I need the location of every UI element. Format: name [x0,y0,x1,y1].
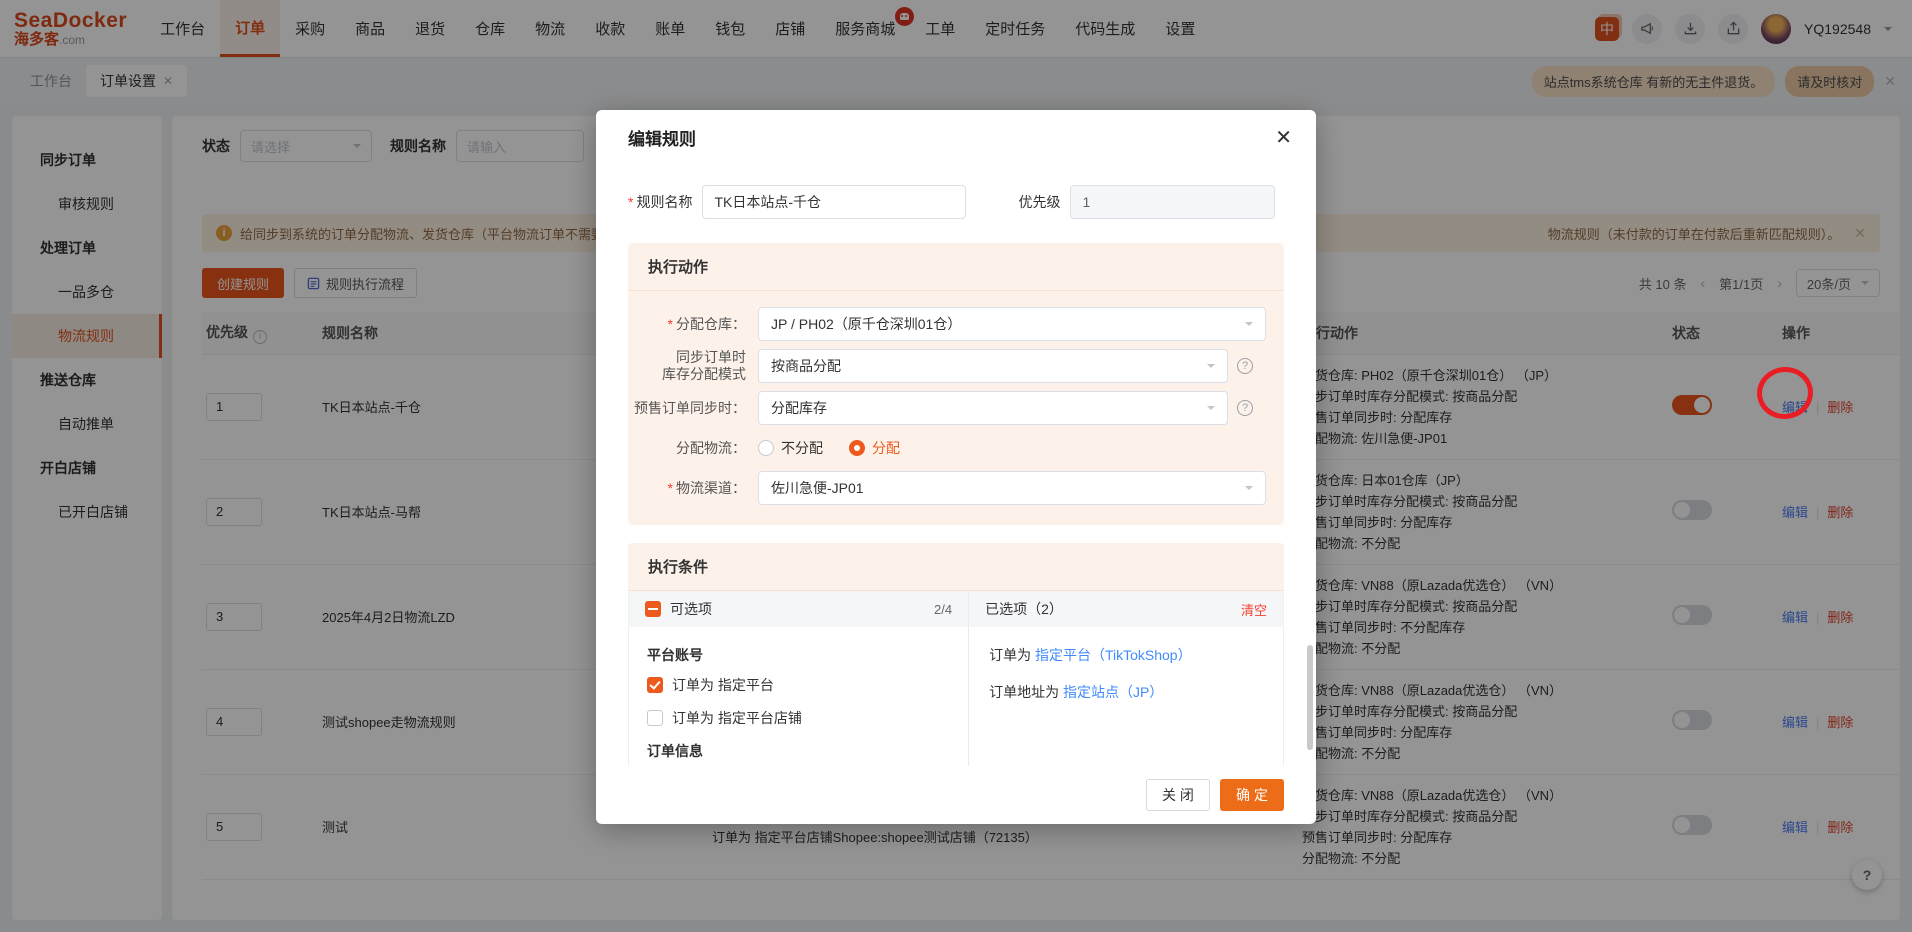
modal-close-button[interactable]: 关 闭 [1146,779,1210,811]
modal-header: 编辑规则 ✕ [596,110,1316,165]
group-order-info: 订单信息 [647,741,952,761]
stock-mode-help-icon[interactable]: ? [1237,358,1253,374]
radio-icon [758,440,774,456]
presale-select[interactable]: 分配库存 [758,391,1228,425]
modal-body: * 规则名称 TK日本站点-千仓 优先级 1 执行动作 *分配仓库： JP / … [596,165,1316,766]
stock-mode-label: 同步订单时 [676,349,746,365]
clear-selected-link[interactable]: 清空 [1241,600,1267,619]
checkbox-checked-icon [647,677,663,693]
selected-title: 已选项（2） [985,599,1063,619]
warehouse-label: 分配仓库： [676,316,746,332]
channel-label: 物流渠道： [676,480,746,496]
condition-panel: 执行条件 可选项 2/4 平台账号 订单为 指定平台 订单为 指定平台店铺 订单… [628,543,1284,766]
available-count: 2/4 [934,602,952,617]
group-platform-account: 平台账号 [647,645,952,665]
chevron-down-icon [1245,322,1253,330]
select-all-indeterminate-checkbox[interactable] [645,601,661,617]
radio-no-assign[interactable]: 不分配 [758,438,823,458]
stock-mode-select[interactable]: 按商品分配 [758,349,1228,383]
priority-input-disabled: 1 [1070,185,1275,219]
presale-help-icon[interactable]: ? [1237,400,1253,416]
available-title: 可选项 [670,599,712,619]
selected-platform-link[interactable]: 指定平台（TikTokShop） [1035,647,1192,663]
chevron-down-icon [1207,364,1215,372]
chevron-down-icon [1207,406,1215,414]
chevron-down-icon [1245,486,1253,494]
assign-logistics-label: 分配物流： [628,440,758,457]
priority-label: 优先级 [1018,192,1060,212]
radio-selected-icon [849,440,865,456]
checkbox-unchecked-icon [647,710,663,726]
option-specified-platform-shop[interactable]: 订单为 指定平台店铺 [647,708,952,728]
warehouse-select[interactable]: JP / PH02（原千仓深圳01仓） [758,307,1266,341]
modal-confirm-button[interactable]: 确 定 [1220,779,1284,811]
edit-rule-modal: 编辑规则 ✕ * 规则名称 TK日本站点-千仓 优先级 1 执行动作 *分配仓库… [596,110,1316,824]
modal-close-icon[interactable]: ✕ [1275,128,1292,148]
modal-scrollbar[interactable] [1307,645,1313,750]
rule-name-label: 规则名称 [636,192,692,212]
condition-panel-title: 执行条件 [628,543,1284,591]
action-panel-title: 执行动作 [628,243,1284,291]
rule-name-input[interactable]: TK日本站点-千仓 [702,185,966,219]
presale-label: 预售订单同步时： [628,400,758,417]
radio-assign[interactable]: 分配 [849,438,900,458]
modal-footer: 关 闭 确 定 [596,766,1316,824]
option-specified-platform[interactable]: 订单为 指定平台 [647,675,952,695]
modal-title: 编辑规则 [628,125,696,150]
action-panel: 执行动作 *分配仓库： JP / PH02（原千仓深圳01仓） 同步订单时库存分… [628,243,1284,525]
channel-select[interactable]: 佐川急便-JP01 [758,471,1266,505]
selected-site-link[interactable]: 指定站点（JP） [1063,684,1163,700]
